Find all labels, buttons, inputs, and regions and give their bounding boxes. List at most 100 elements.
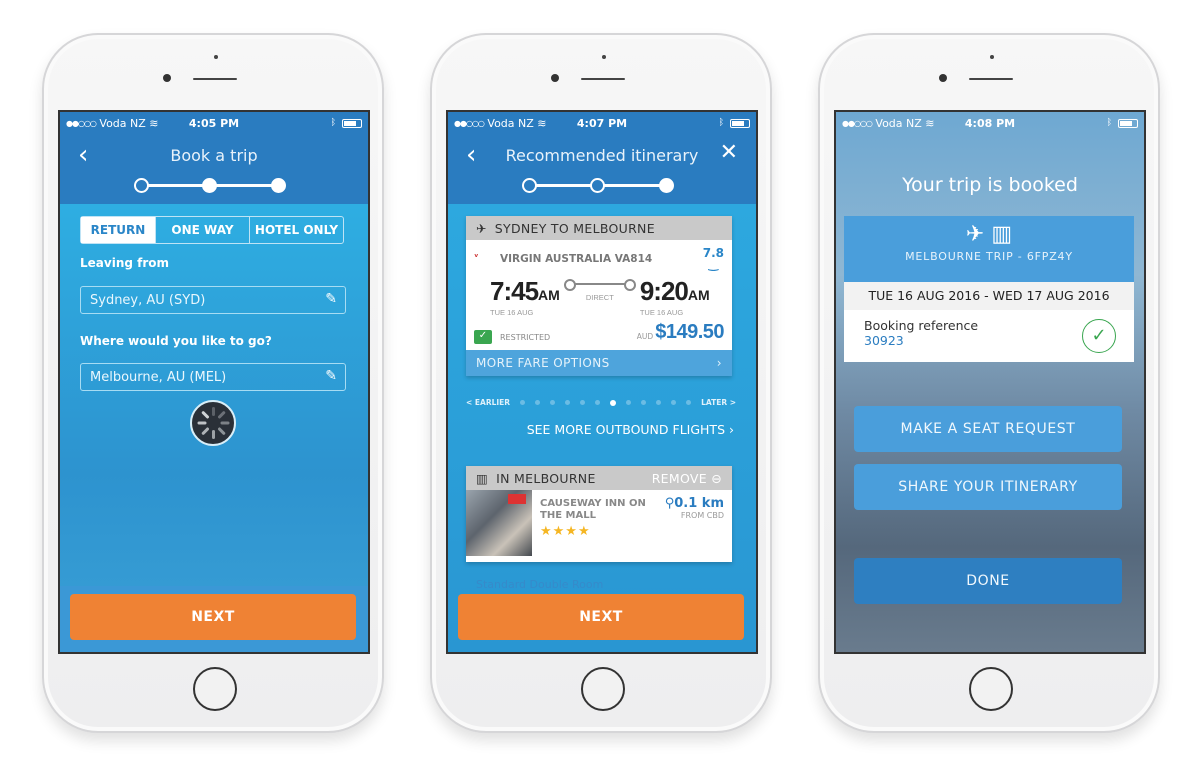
building-icon: ▥ [476,470,489,486]
building-icon: ▥ [991,222,1013,247]
pager-dot[interactable] [520,400,526,405]
home-button[interactable] [969,667,1013,711]
loading-spinner-icon [190,400,236,446]
battery-icon [1118,118,1138,128]
trip-type-segmented: RETURN ONE WAY HOTEL ONLY [80,216,344,244]
trip-name: MELBOURNE TRIP - 6FPZ4Y [905,250,1073,263]
flight-route: SYDNEY TO MELBOURNE [494,220,655,236]
remove-button[interactable]: REMOVE ⊖ [652,471,722,486]
done-button[interactable]: DONE [854,558,1122,604]
distance: ⚲0.1 km FROM CBD [664,496,724,520]
leaving-from-value: Sydney, AU (SYD) [90,293,206,308]
home-button[interactable] [581,667,625,711]
close-icon[interactable]: ✕ [720,140,738,165]
battery-icon [730,118,750,128]
camera [163,74,171,82]
arrive-time: 9:20 [639,276,689,306]
flight-pager: < EARLIER LATER > [466,398,736,407]
more-fare-options-button[interactable]: MORE FARE OPTIONS › [466,350,732,376]
speaker [969,78,1013,80]
confirmation-area: Your trip is booked ✈ ▥ MELBOURNE TRIP -… [836,112,1144,652]
destination-value: Melbourne, AU (MEL) [90,370,227,385]
speaker [193,78,237,80]
trip-dates: TUE 16 AUG 2016 - WED 17 AUG 2016 [844,282,1134,310]
destination-label: Where would you like to go? [80,334,272,348]
hotel-photo [466,490,532,556]
camera [551,74,559,82]
later-link[interactable]: LATER > [701,398,736,407]
pager-dot[interactable] [565,400,571,405]
check-circle-icon: ✓ [1082,319,1116,353]
trip-summary-card: ✈ ▥ MELBOURNE TRIP - 6FPZ4Y TUE 16 AUG 2… [844,216,1134,362]
star-rating: ★★★★ [540,524,591,539]
home-button[interactable] [193,667,237,711]
phone-book-trip: RETURN ONE WAY HOTEL ONLY Leaving from S… [42,33,384,733]
progress-stepper [522,178,674,194]
pager-dot[interactable] [580,400,586,405]
pager-dot[interactable] [550,400,556,405]
share-itinerary-button[interactable]: SHARE YOUR ITINERARY [854,464,1122,510]
screen: Your trip is booked ✈ ▥ MELBOURNE TRIP -… [834,110,1146,654]
pager-dot[interactable] [671,400,677,405]
status-time: 4:05 PM [188,116,240,130]
pencil-icon[interactable]: ✎ [325,291,337,307]
depart-date: TUE 16 AUG [490,308,534,317]
pager-dot[interactable] [626,400,632,405]
see-more-flights-link[interactable]: SEE MORE OUTBOUND FLIGHTS › [527,422,734,437]
leaving-from-field[interactable]: Sydney, AU (SYD) ✎ [80,286,346,314]
tab-one-way[interactable]: ONE WAY [155,217,249,243]
status-bar: ●●○○○ Voda NZ ≋ 4:08 PM ᛒ [836,112,1144,134]
price: $149.50 [655,321,724,343]
hotel-name: CAUSEWAY INN ON THE MALL [540,498,646,521]
rating-badge: 7.8 ‿ [702,246,724,271]
step-2 [202,178,217,193]
booking-ref-value: 30923 [864,333,904,348]
status-bar: ●●○○○ Voda NZ ≋ 4:07 PM ᛒ [448,112,756,134]
room-type: Standard Double Room [476,578,604,591]
pager-dot[interactable] [535,400,541,405]
screen: RETURN ONE WAY HOTEL ONLY Leaving from S… [58,110,370,654]
status-time: 4:07 PM [576,116,628,130]
pager-dot[interactable] [595,400,601,405]
checkmark-icon: ✓ [474,330,492,344]
depart-time: 7:45 [490,276,539,306]
pager-dot[interactable] [656,400,662,405]
phone-itinerary: ✈ SYDNEY TO MELBOURNE ᵛ VIRGIN AUSTRALIA … [430,33,772,733]
sensor [990,55,994,59]
next-button[interactable]: NEXT [458,594,744,640]
chevron-right-icon: › [716,356,722,370]
sensor [214,55,218,59]
tab-hotel-only[interactable]: HOTEL ONLY [249,217,343,243]
hotel-city: IN MELBOURNE [496,470,596,486]
progress-stepper [134,178,286,194]
step-1 [134,178,149,193]
page-title: Recommended itinerary [505,146,699,165]
chevron-right-icon: › [729,422,734,437]
airline-name: VIRGIN AUSTRALIA VA814 [500,253,653,265]
page-title: Book a trip [170,146,258,165]
status-time: 4:08 PM [964,116,1016,130]
plane-icon: ✈ [476,220,487,236]
flight-card[interactable]: ✈ SYDNEY TO MELBOURNE ᵛ VIRGIN AUSTRALIA … [466,216,732,376]
virgin-logo-icon: ᵛ [474,253,479,263]
page-title: Your trip is booked [902,174,1078,196]
pager-dot[interactable] [610,399,617,406]
pencil-icon[interactable]: ✎ [325,368,337,384]
pager-dot[interactable] [686,400,692,405]
leaving-label: Leaving from [80,256,170,270]
earlier-link[interactable]: < EARLIER [466,398,510,407]
next-button[interactable]: NEXT [70,594,356,640]
phone-booked: Your trip is booked ✈ ▥ MELBOURNE TRIP -… [818,33,1160,733]
pin-icon: ⚲ [664,496,675,511]
tab-return[interactable]: RETURN [81,217,155,243]
nav-bar: ‹ Book a trip [60,134,368,204]
pager-dot[interactable] [641,400,647,405]
arrive-date: TUE 16 AUG [639,308,684,317]
destination-field[interactable]: Melbourne, AU (MEL) ✎ [80,363,346,391]
seat-request-button[interactable]: MAKE A SEAT REQUEST [854,406,1122,452]
speaker [581,78,625,80]
step-2 [590,178,605,193]
hotel-card[interactable]: ▥ IN MELBOURNE REMOVE ⊖ CAUSEWAY INN ON TH… [466,466,732,562]
step-3 [271,178,286,193]
fare-type: RESTRICTED [500,333,551,342]
